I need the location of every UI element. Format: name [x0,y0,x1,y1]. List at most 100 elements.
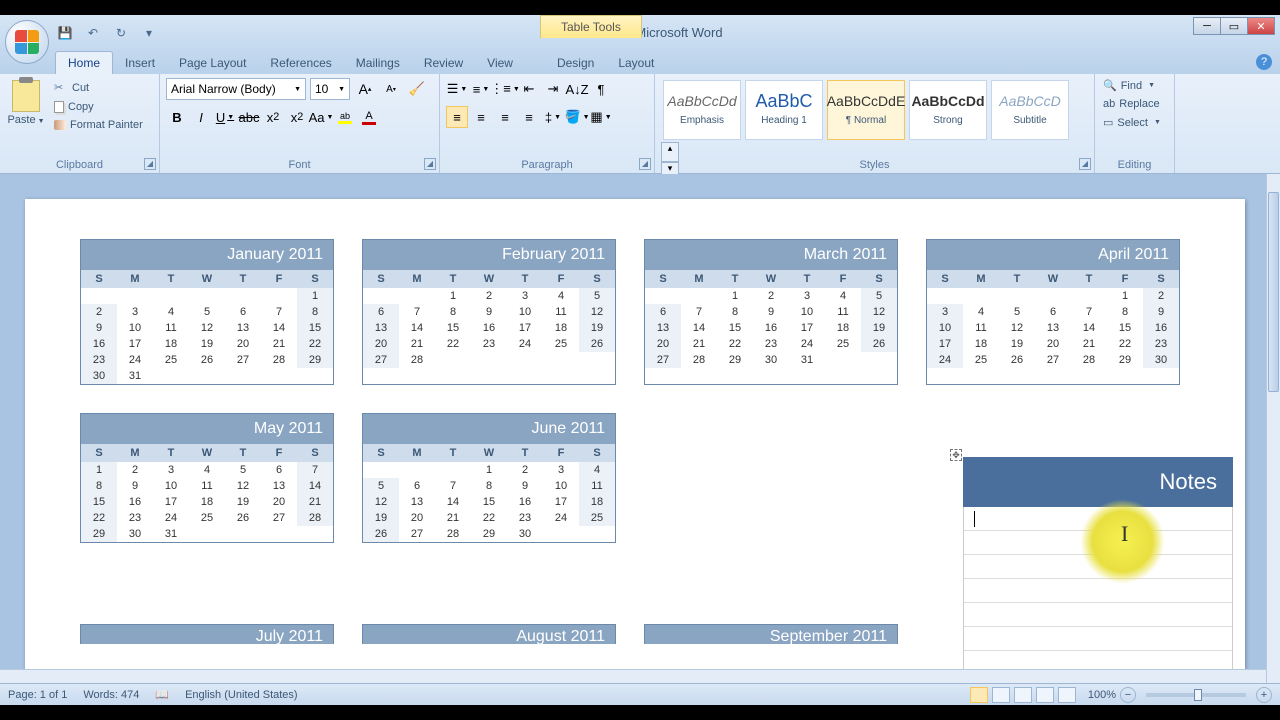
sort-button[interactable]: A↓Z [566,78,588,100]
style-heading-1[interactable]: AaBbCHeading 1 [745,80,823,140]
zoom-level[interactable]: 100% [1088,689,1116,701]
calendar-partial: September 2011 [644,624,898,644]
tab-mailings[interactable]: Mailings [344,52,412,74]
indent-dec-button[interactable]: ⇤ [518,78,540,100]
page[interactable]: January 2011SMTWTFS123456789101112131415… [25,199,1245,679]
proofing-icon[interactable]: 📖 [155,688,169,701]
calendar-june-2011: June 2011SMTWTFS123456789101112131415161… [362,413,616,543]
close-button[interactable]: ✕ [1247,17,1275,35]
ribbon-tabs: Home Insert Page Layout References Maili… [0,50,1280,74]
subscript-button[interactable]: x2 [262,106,284,128]
style-subtitle[interactable]: AaBbCcDSubtitle [991,80,1069,140]
tab-references[interactable]: References [258,52,343,74]
font-size-select[interactable]: 10▼ [310,78,350,100]
redo-icon[interactable]: ↻ [111,23,131,43]
text-cursor [974,511,975,527]
align-center-button[interactable]: ≡ [470,106,492,128]
borders-button[interactable]: ▦▼ [590,106,612,128]
paragraph-dialog-launcher[interactable]: ◢ [639,158,651,170]
find-button[interactable]: 🔍Find▼ [1101,76,1168,95]
indent-inc-button[interactable]: ⇥ [542,78,564,100]
style-strong[interactable]: AaBbCcDdStrong [909,80,987,140]
format-painter-button[interactable]: Format Painter [50,116,147,134]
table-tools-context: Table Tools [540,15,642,38]
save-icon[interactable]: 💾 [55,23,75,43]
highlight-button[interactable]: ab [334,106,356,128]
shading-button[interactable]: 🪣▼ [566,106,588,128]
language-status[interactable]: English (United States) [185,689,298,701]
bullets-button[interactable]: ☰▼ [446,78,468,100]
numbering-button[interactable]: ≡▼ [470,78,492,100]
tab-design[interactable]: Design [545,52,606,74]
group-editing: 🔍Find▼ abReplace ▭Select▼ Editing [1095,74,1175,173]
superscript-button[interactable]: x2 [286,106,308,128]
change-case-button[interactable]: Aa▼ [310,106,332,128]
tab-review[interactable]: Review [412,52,475,74]
group-clipboard: Paste▼ ✂Cut Copy Format Painter Clipboar… [0,74,160,173]
copy-button[interactable]: Copy [50,98,147,116]
underline-button[interactable]: U▼ [214,106,236,128]
clipboard-dialog-launcher[interactable]: ◢ [144,158,156,170]
zoom-out-button[interactable]: − [1120,687,1136,703]
document-area[interactable]: January 2011SMTWTFS123456789101112131415… [0,174,1266,683]
replace-button[interactable]: abReplace [1101,95,1168,113]
title-bar: 💾 ↶ ↻ ▾ Document5 - Microsoft Word Table… [0,15,1280,50]
style-emphasis[interactable]: AaBbCcDdEmphasis [663,80,741,140]
outline-view[interactable] [1036,687,1054,703]
font-name-select[interactable]: Arial Narrow (Body)▼ [166,78,306,100]
shrink-font-icon[interactable]: A▾ [380,78,402,100]
qat-dropdown-icon[interactable]: ▾ [139,23,159,43]
page-status[interactable]: Page: 1 of 1 [8,689,67,701]
ribbon: Paste▼ ✂Cut Copy Format Painter Clipboar… [0,74,1280,174]
align-left-button[interactable]: ≡ [446,106,468,128]
office-button[interactable] [5,20,49,64]
minimize-button[interactable]: ─ [1193,17,1221,35]
help-icon[interactable]: ? [1256,54,1272,70]
print-layout-view[interactable] [970,687,988,703]
zoom-slider[interactable] [1146,693,1246,697]
font-color-button[interactable]: A [358,106,380,128]
strike-button[interactable]: abc [238,106,260,128]
tab-home[interactable]: Home [55,51,113,74]
clear-format-icon[interactable]: 🧹 [406,78,428,100]
bold-button[interactable]: B [166,106,188,128]
replace-icon: ab [1103,98,1115,110]
cut-button[interactable]: ✂Cut [50,78,147,98]
tab-view[interactable]: View [475,52,525,74]
scissors-icon: ✂ [54,81,68,95]
zoom-in-button[interactable]: + [1256,687,1272,703]
multilevel-button[interactable]: ⋮≡▼ [494,78,516,100]
styles-dialog-launcher[interactable]: ◢ [1079,158,1091,170]
show-marks-button[interactable]: ¶ [590,78,612,100]
justify-button[interactable]: ≡ [518,106,540,128]
group-paragraph: ☰▼ ≡▼ ⋮≡▼ ⇤ ⇥ A↓Z ¶ ≡ ≡ ≡ ≡ ‡▼ 🪣▼ ▦▼ Par… [440,74,655,173]
select-button[interactable]: ▭Select▼ [1101,113,1168,132]
notes-body[interactable] [963,507,1233,683]
tab-page-layout[interactable]: Page Layout [167,52,258,74]
italic-button[interactable]: I [190,106,212,128]
find-icon: 🔍 [1103,79,1117,92]
paste-button[interactable]: Paste▼ [6,78,46,146]
grow-font-icon[interactable]: A▴ [354,78,376,100]
word-count[interactable]: Words: 474 [83,689,139,701]
draft-view[interactable] [1058,687,1076,703]
calendar-partial: July 2011 [80,624,334,644]
quick-access-toolbar: 💾 ↶ ↻ ▾ [55,23,159,43]
line-spacing-button[interactable]: ‡▼ [542,106,564,128]
font-dialog-launcher[interactable]: ◢ [424,158,436,170]
undo-icon[interactable]: ↶ [83,23,103,43]
style--normal[interactable]: AaBbCcDdE¶ Normal [827,80,905,140]
full-screen-view[interactable] [992,687,1010,703]
horizontal-scrollbar[interactable] [0,669,1266,683]
status-bar: Page: 1 of 1 Words: 474 📖 English (Unite… [0,683,1280,705]
web-layout-view[interactable] [1014,687,1032,703]
office-logo-icon [15,30,39,54]
align-right-button[interactable]: ≡ [494,106,516,128]
tab-layout[interactable]: Layout [606,52,666,74]
table-anchor-icon[interactable]: ✥ [950,449,962,461]
maximize-button[interactable]: ▭ [1220,17,1248,35]
copy-icon [54,101,64,113]
tab-insert[interactable]: Insert [113,52,167,74]
vertical-scrollbar[interactable] [1266,174,1280,683]
notes-heading: Notes [963,457,1233,507]
